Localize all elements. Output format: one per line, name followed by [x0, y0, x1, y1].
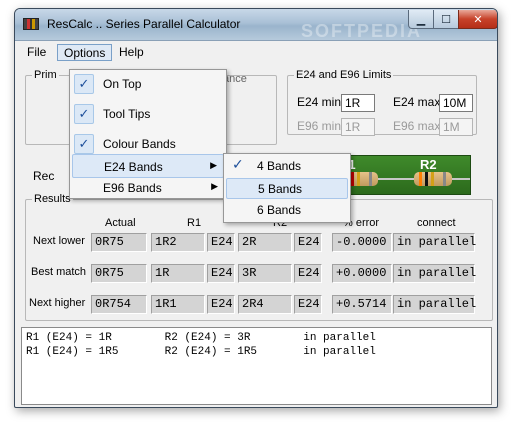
watermark-text: SOFTPEDIA — [301, 21, 423, 41]
row-r1-series: E24 — [207, 295, 235, 314]
resistor-colour-panel: R1 R2 — [333, 155, 471, 195]
row-actual: 0R754 — [91, 295, 147, 314]
menu-item-label: Colour Bands — [103, 137, 176, 151]
r2-resistor-icon — [414, 172, 452, 186]
submenu-item-4-bands[interactable]: ✓ 4 Bands — [226, 156, 348, 177]
minimize-button[interactable]: ▁ — [408, 10, 434, 29]
row-r1-series: E24 — [207, 233, 235, 252]
row-error: +0.0000 — [332, 264, 392, 283]
e24-min-input[interactable]: 1R — [341, 94, 375, 112]
row-r2-series: E24 — [294, 264, 322, 283]
limits-group-legend: E24 and E96 Limits — [296, 69, 392, 81]
e96-min-label: E96 min — [297, 119, 342, 133]
r2-panel-label: R2 — [420, 157, 437, 172]
row-r1-series: E24 — [207, 264, 235, 283]
menu-item-e24-bands[interactable]: E24 Bands ▶ — [72, 154, 224, 178]
e24-bands-submenu: ✓ 4 Bands 5 Bands 6 Bands — [223, 153, 351, 223]
r1-band-3 — [357, 172, 360, 186]
required-label-partial: Rec — [33, 169, 55, 183]
r2-band-2 — [425, 172, 428, 186]
menu-bar: File Options Help — [17, 43, 497, 62]
submenu-arrow-icon: ▶ — [211, 181, 218, 191]
row-actual: 0R75 — [91, 233, 147, 252]
e96-max-input: 1M — [439, 118, 473, 136]
output-line: R1 (E24) = 1R5 R2 (E24) = 1R5 in paralle… — [26, 346, 376, 358]
header-r1: R1 — [187, 217, 202, 229]
options-dropdown-menu: ✓ On Top ✓ Tool Tips ✓ Colour Bands E24 … — [69, 69, 227, 199]
e24-max-input[interactable]: 10M — [439, 94, 473, 112]
row-label-next-higher: Next higher — [29, 297, 86, 309]
menu-item-label: E24 Bands — [104, 160, 163, 174]
submenu-item-5-bands[interactable]: 5 Bands — [226, 178, 348, 199]
header-actual: Actual — [105, 217, 136, 229]
menu-options[interactable]: Options — [57, 44, 113, 61]
results-group-legend: Results — [34, 193, 71, 205]
row-r2: 3R — [238, 264, 292, 283]
row-label-next-lower: Next lower — [33, 235, 85, 247]
submenu-item-label: 5 Bands — [258, 182, 303, 196]
check-icon: ✓ — [74, 104, 94, 124]
app-window: ResCalc .. Series Parallel Calculator SO… — [14, 8, 498, 408]
row-error: -0.0000 — [332, 233, 392, 252]
menu-item-label: Tool Tips — [103, 107, 151, 121]
window-title: ResCalc .. Series Parallel Calculator — [47, 17, 241, 31]
row-label-best-match: Best match — [31, 266, 87, 278]
row-r2-series: E24 — [294, 295, 322, 314]
row-error: +0.5714 — [332, 295, 392, 314]
menu-item-label: E96 Bands — [103, 181, 162, 195]
menu-file[interactable]: File — [21, 44, 52, 61]
maximize-icon: ☐ — [441, 13, 451, 26]
menu-item-e96-bands[interactable]: E96 Bands ▶ — [72, 176, 224, 200]
r2-band-4 — [443, 172, 446, 186]
menu-item-colour-bands[interactable]: ✓ Colour Bands — [72, 132, 224, 156]
row-connect: in parallel — [393, 233, 476, 252]
row-connect: in parallel — [393, 295, 476, 314]
maximize-button[interactable]: ☐ — [433, 10, 459, 29]
menu-item-tool-tips[interactable]: ✓ Tool Tips — [72, 102, 224, 126]
menu-item-label: On Top — [103, 77, 142, 91]
check-icon: ✓ — [74, 134, 94, 154]
menu-help[interactable]: Help — [113, 44, 150, 61]
row-r2: 2R — [238, 233, 292, 252]
close-icon: ✕ — [473, 13, 483, 26]
row-actual: 0R75 — [91, 264, 147, 283]
submenu-arrow-icon: ▶ — [210, 160, 217, 170]
submenu-item-label: 6 Bands — [257, 203, 302, 217]
output-line: R1 (E24) = 1R R2 (E24) = 3R in parallel — [26, 332, 376, 344]
primary-group-legend: Prim — [34, 69, 57, 81]
e96-min-input: 1R — [341, 118, 375, 136]
row-r2-series: E24 — [294, 233, 322, 252]
row-r1: 1R1 — [151, 295, 205, 314]
header-connect: connect — [417, 217, 456, 229]
submenu-item-label: 4 Bands — [257, 159, 302, 173]
check-icon: ✓ — [232, 156, 244, 172]
submenu-item-6-bands[interactable]: 6 Bands — [226, 200, 348, 221]
menu-item-on-top[interactable]: ✓ On Top — [72, 72, 224, 96]
row-r1: 1R2 — [151, 233, 205, 252]
r2-band-1 — [419, 172, 422, 186]
r1-band-2 — [351, 172, 354, 186]
row-r1: 1R — [151, 264, 205, 283]
row-r2: 2R4 — [238, 295, 292, 314]
minimize-icon: ▁ — [416, 13, 426, 26]
e96-max-label: E96 max — [393, 119, 441, 133]
title-bar[interactable]: ResCalc .. Series Parallel Calculator SO… — [15, 9, 497, 41]
check-icon: ✓ — [74, 74, 94, 94]
resistor-app-icon — [23, 18, 39, 30]
row-connect: in parallel — [393, 264, 476, 283]
output-text-area[interactable]: R1 (E24) = 1R R2 (E24) = 3R in parallel R… — [21, 327, 492, 405]
e24-min-label: E24 min — [297, 95, 342, 109]
r2-band-3 — [431, 172, 434, 186]
e24-max-label: E24 max — [393, 95, 441, 109]
r1-band-4 — [369, 172, 372, 186]
close-button[interactable]: ✕ — [458, 10, 497, 29]
